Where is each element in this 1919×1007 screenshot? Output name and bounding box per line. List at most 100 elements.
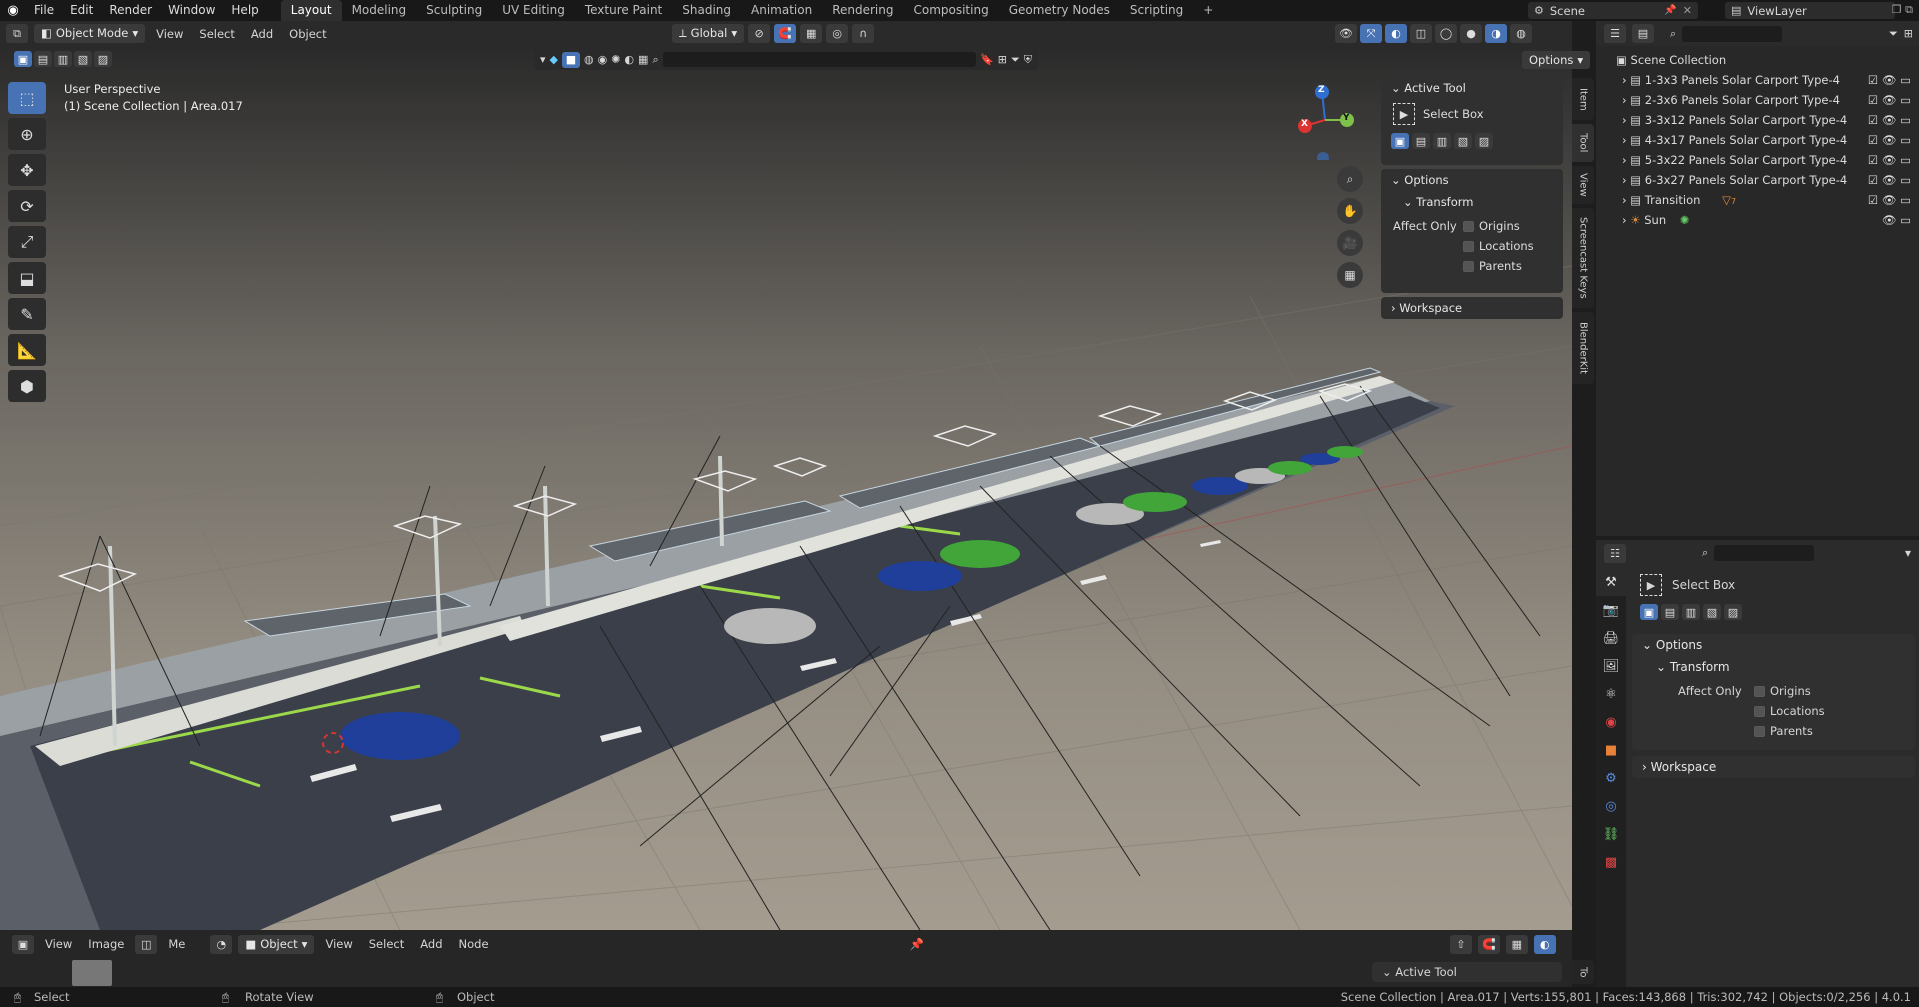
tab-animation[interactable]: Animation (741, 0, 822, 21)
tool-tab-icon[interactable]: ⚒ (1596, 568, 1626, 596)
props-parents-checkbox[interactable]: Parents (1754, 724, 1813, 738)
sidetab-tool[interactable]: Tool (1572, 124, 1594, 162)
outliner-row[interactable]: › ▤ Transition ▽7 ☑ 👁 ▭ (1596, 190, 1919, 210)
outliner-row[interactable]: › ▤ 5-3x22 Panels Solar Carport Type-4 ☑ … (1596, 150, 1919, 170)
select-new-icon[interactable]: ▣ (1391, 133, 1409, 149)
constraints-tab-icon[interactable]: ⛓ (1596, 820, 1626, 848)
tab-scripting[interactable]: Scripting (1120, 0, 1193, 21)
tab-texture-paint[interactable]: Texture Paint (575, 0, 672, 21)
select-intersect-icon[interactable]: ▨ (1724, 604, 1742, 620)
outliner-root[interactable]: ▣ Scene Collection (1596, 50, 1919, 70)
sidetab-item[interactable]: Item (1572, 78, 1594, 120)
node-menu-select[interactable]: Select (364, 937, 409, 951)
scale-tool-icon[interactable]: ⤢ (8, 226, 46, 258)
props-options-header[interactable]: ⌄ Options (1632, 634, 1915, 656)
select-invert-icon[interactable]: ▧ (1703, 604, 1721, 620)
select-invert-icon[interactable]: ▧ (1454, 133, 1472, 149)
options-dropdown[interactable]: Options ▾ (1522, 51, 1591, 69)
node-menu-add[interactable]: Add (415, 937, 447, 951)
expand-arrow-icon[interactable]: › (1622, 173, 1627, 187)
select-subtract-icon[interactable]: ▥ (1682, 604, 1700, 620)
visibility-icon[interactable]: 👁 (1335, 24, 1357, 43)
select-subtract-icon[interactable]: ▥ (1433, 133, 1451, 149)
menu-file[interactable]: File (26, 0, 62, 21)
scene-name[interactable]: Scene (1550, 4, 1585, 18)
hand-pan-icon[interactable]: ✋ (1337, 198, 1363, 224)
bookmark-icon[interactable]: 🔖 (980, 53, 994, 66)
navigation-gizmo[interactable]: Z Y X (1285, 80, 1365, 164)
image-thumbnail[interactable] (72, 960, 112, 986)
3d-viewport[interactable]: User Perspective (1) Scene Collection | … (0, 46, 1572, 930)
editor-type-icon[interactable]: ⧉ (6, 24, 28, 43)
transform-header[interactable]: ⌄ Transform (1381, 191, 1563, 213)
menu-select[interactable]: Select (194, 27, 239, 41)
window-controls-icon[interactable]: ❐ ⧉ (1892, 3, 1913, 17)
filter-mesh-icon[interactable]: ■ (562, 51, 580, 68)
outliner-row[interactable]: › ▤ 3-3x12 Panels Solar Carport Type-4 ☑ … (1596, 110, 1919, 130)
origins-checkbox[interactable]: Origins (1463, 219, 1520, 233)
menu-help[interactable]: Help (223, 0, 266, 21)
outliner-row[interactable]: › ☀ Sun ✺ 👁 ▭ (1596, 210, 1919, 230)
shield-icon[interactable]: ⛨ (1024, 53, 1032, 67)
grid-ortho-icon[interactable]: ▦ (1337, 262, 1363, 288)
select-extend-icon[interactable]: ▤ (1412, 133, 1430, 149)
cursor-tool-icon[interactable]: ⊕ (8, 118, 46, 150)
filter-object-icon[interactable]: ◆ (550, 53, 558, 66)
timeline-menu-me[interactable]: Me (163, 937, 190, 951)
props-workspace-header[interactable]: › Workspace (1632, 756, 1915, 778)
snap-target-icon[interactable]: ▦ (1505, 934, 1528, 954)
menu-render[interactable]: Render (101, 0, 160, 21)
filter-light-icon[interactable]: ✺ (611, 53, 620, 66)
snap-target-icon[interactable]: ▦ (800, 24, 823, 43)
pin-icon[interactable]: 📌 (1664, 5, 1676, 16)
annotate-tool-icon[interactable]: ✎ (8, 298, 46, 330)
funnel-icon[interactable]: ⏷ (1889, 27, 1898, 41)
menu-object[interactable]: Object (284, 27, 331, 41)
expand-arrow-icon[interactable]: › (1622, 193, 1627, 207)
visibility-toggles-icon[interactable]: ☑ 👁 ▭ (1868, 110, 1911, 130)
measure-tool-icon[interactable]: 📐 (8, 334, 46, 366)
chevron-down-icon[interactable]: ▾ (1905, 546, 1919, 560)
outliner-row[interactable]: › ▤ 6-3x27 Panels Solar Carport Type-4 ☑ … (1596, 170, 1919, 190)
world-tab-icon[interactable]: ◉ (1596, 708, 1626, 736)
expand-arrow-icon[interactable]: › (1622, 213, 1627, 227)
outliner-row[interactable]: › ▤ 2-3x6 Panels Solar Carport Type-4 ☑ 👁… (1596, 90, 1919, 110)
sidetab-to[interactable]: To (1572, 960, 1594, 984)
blender-logo-icon[interactable]: ◉ (0, 0, 26, 21)
modifier-tab-icon[interactable]: ⚙ (1596, 764, 1626, 792)
workspace-panel[interactable]: › Workspace (1381, 297, 1563, 319)
active-tool-header[interactable]: ⌄ Active Tool (1381, 77, 1563, 99)
outliner-row[interactable]: › ▤ 1-3x3 Panels Solar Carport Type-4 ☑ 👁… (1596, 70, 1919, 90)
tab-sculpting[interactable]: Sculpting (416, 0, 492, 21)
props-locations-checkbox[interactable]: Locations (1754, 704, 1825, 718)
pin-icon[interactable]: 📌 (910, 937, 924, 951)
object-tab-icon[interactable]: ■ (1596, 736, 1626, 764)
menu-edit[interactable]: Edit (62, 0, 101, 21)
tab-modeling[interactable]: Modeling (342, 0, 417, 21)
outliner-row[interactable]: › ▤ 4-3x17 Panels Solar Carport Type-4 ☑ … (1596, 130, 1919, 150)
props-transform-header[interactable]: ⌄ Transform (1632, 656, 1915, 678)
select-intersect-icon[interactable]: ▨ (1475, 133, 1493, 149)
texture-tab-icon[interactable]: ▩ (1596, 848, 1626, 876)
orientation-select[interactable]: ⟂ Global ▾ (672, 24, 745, 43)
mode-select[interactable]: ◧ Object Mode ▾ (34, 24, 146, 43)
visibility-toggles-icon[interactable]: ☑ 👁 ▭ (1868, 90, 1911, 110)
view-options-icon[interactable]: ⊞ (998, 53, 1007, 66)
tab-shading[interactable]: Shading (672, 0, 741, 21)
tab-geometry-nodes[interactable]: Geometry Nodes (999, 0, 1120, 21)
xray-icon[interactable]: ◫ (1410, 24, 1432, 43)
mode-intersect-icon[interactable]: ▨ (94, 51, 112, 67)
pivot-icon[interactable]: ⊘ (748, 24, 771, 43)
options-header[interactable]: ⌄ Options (1381, 169, 1563, 191)
select-box-icon[interactable]: ▶ (1393, 103, 1415, 125)
node-menu-view[interactable]: View (320, 937, 357, 951)
funnel-icon[interactable]: ⏷ (1011, 53, 1020, 67)
overlay-icon[interactable]: ◐ (1385, 24, 1407, 43)
image-display-icon[interactable]: ◫ (135, 934, 158, 954)
menu-window[interactable]: Window (160, 0, 223, 21)
rendered-shading-icon[interactable]: ◍ (1510, 24, 1532, 43)
expand-arrow-icon[interactable]: › (1622, 133, 1627, 147)
sidetab-screencast-keys[interactable]: Screencast Keys (1572, 208, 1594, 308)
visibility-toggles-icon[interactable]: ☑ 👁 ▭ (1868, 170, 1911, 190)
filter-texture-icon[interactable]: ◉ (598, 53, 608, 66)
